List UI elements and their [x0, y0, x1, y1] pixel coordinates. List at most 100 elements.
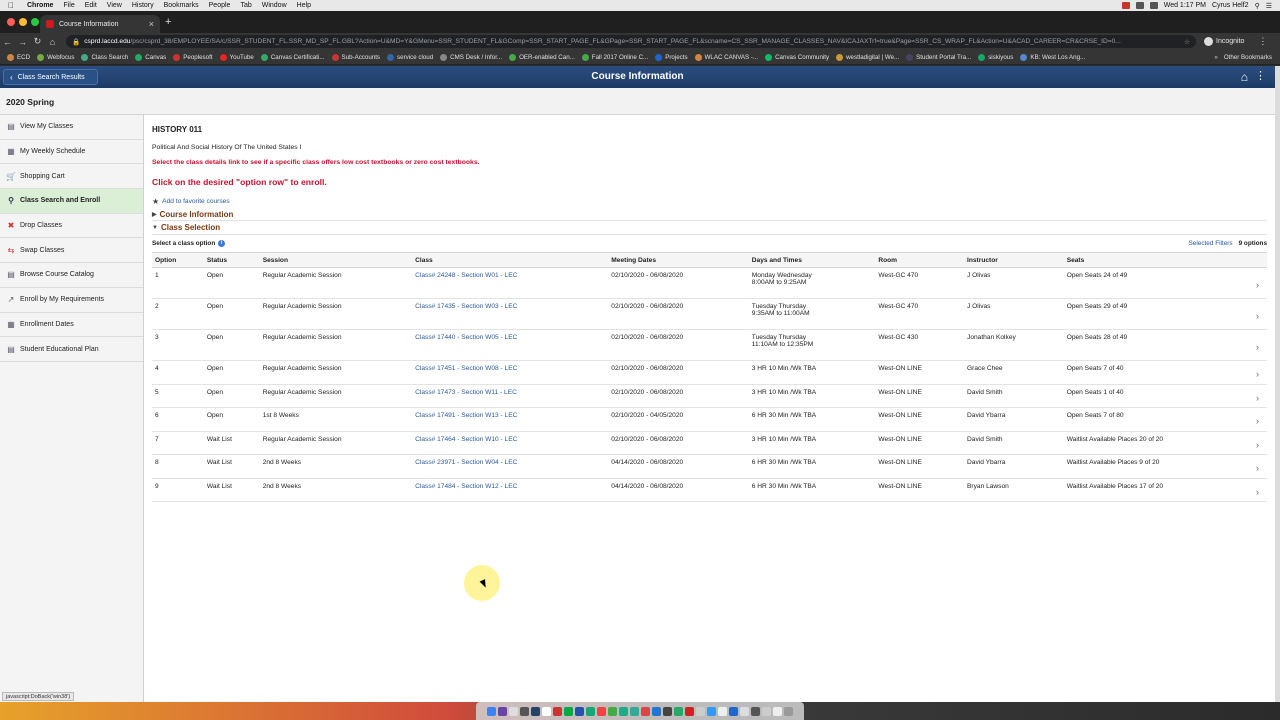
- menu-clock[interactable]: Wed 1:17 PM: [1164, 2, 1206, 9]
- chevron-right-icon[interactable]: ›: [1253, 407, 1267, 432]
- lock-icon[interactable]: 🔒: [72, 38, 80, 46]
- dock-app-icon[interactable]: [531, 706, 540, 716]
- bookmark-item[interactable]: Webfocus: [37, 53, 74, 61]
- class-details-link[interactable]: Class# 23971 - Section W04 - LEC: [412, 454, 609, 479]
- dock-app-icon[interactable]: [652, 706, 661, 716]
- bookmark-item[interactable]: service cloud: [387, 53, 433, 61]
- dock-app-icon[interactable]: [619, 706, 628, 716]
- dock-app-icon[interactable]: [674, 706, 683, 716]
- bookmark-item[interactable]: Sub-Accounts: [331, 53, 380, 61]
- bookmark-item[interactable]: KB: West Los Ang...: [1020, 53, 1085, 61]
- bookmark-item[interactable]: Student Portal Tra...: [906, 53, 971, 61]
- close-window-icon[interactable]: [7, 18, 15, 26]
- dock-app-icon[interactable]: [564, 706, 573, 716]
- dock-app-icon[interactable]: [630, 706, 639, 716]
- new-tab-icon[interactable]: +: [165, 16, 171, 28]
- dock-app-icon[interactable]: [520, 706, 529, 716]
- class-option-row[interactable]: 1 Open Regular Academic Session Class# 2424…: [152, 267, 1267, 299]
- sidebar-item-drop-classes[interactable]: ✖ Drop Classes: [0, 214, 143, 239]
- bookmark-item[interactable]: westladigital | We...: [836, 53, 899, 61]
- chevron-right-icon[interactable]: ›: [1253, 384, 1267, 408]
- dock-app-icon[interactable]: [608, 706, 617, 716]
- bookmark-item[interactable]: OER-enabled Can...: [509, 53, 575, 61]
- mac-menu-item[interactable]: View: [102, 2, 127, 9]
- url-bar[interactable]: 🔒 csprd.laccd.edu /psc/csprd_38/EMPLOYEE…: [66, 35, 1196, 48]
- maximize-window-icon[interactable]: [31, 18, 39, 26]
- bookmark-item[interactable]: CMS Desk / Infor...: [440, 53, 502, 61]
- more-actions-icon[interactable]: ⋮: [1255, 69, 1266, 82]
- info-icon[interactable]: i: [218, 240, 226, 247]
- add-to-favorites-link[interactable]: ★ Add to favorite courses: [152, 197, 230, 206]
- bookmark-item[interactable]: YouTube: [219, 53, 254, 61]
- bookmark-item[interactable]: Class Search: [81, 53, 128, 61]
- dock-app-icon[interactable]: [553, 706, 562, 716]
- class-details-link[interactable]: Class# 17491 - Section W13 - LEC: [412, 407, 609, 432]
- bookmark-item[interactable]: Canvas Certificati...: [260, 53, 325, 61]
- course-information-toggle[interactable]: ▶ Course Information: [152, 210, 233, 219]
- battery-icon[interactable]: [1149, 2, 1158, 9]
- sidebar-item-my-weekly-schedule[interactable]: ▦ My Weekly Schedule: [0, 140, 143, 165]
- chevron-right-icon[interactable]: ›: [1253, 478, 1267, 502]
- mac-menu-item[interactable]: Bookmarks: [159, 2, 204, 9]
- mac-menu-item[interactable]: People: [204, 2, 236, 9]
- bookmark-item[interactable]: Canvas Community: [765, 53, 829, 61]
- class-option-row[interactable]: 2 Open Regular Academic Session Class# 1743…: [152, 298, 1267, 330]
- mac-menu-item[interactable]: History: [127, 2, 159, 9]
- class-option-row[interactable]: 4 Open Regular Academic Session Class# 1745…: [152, 360, 1267, 385]
- minimize-window-icon[interactable]: [19, 18, 27, 26]
- dock-app-icon[interactable]: [762, 706, 771, 716]
- mac-menu-item[interactable]: Edit: [80, 2, 102, 9]
- close-tab-icon[interactable]: ×: [149, 19, 154, 29]
- sidebar-item-enroll-by-my-requirements[interactable]: ↗ Enroll by My Requirements: [0, 288, 143, 313]
- class-option-row[interactable]: 6 Open 1st 8 Weeks Class# 17491 - Section W…: [152, 407, 1267, 432]
- bookmark-item[interactable]: Projects: [655, 53, 688, 61]
- chevron-right-icon[interactable]: ›: [1253, 267, 1267, 299]
- recording-icon[interactable]: [1121, 2, 1130, 9]
- class-details-link[interactable]: Class# 17435 - Section W03 - LEC: [412, 298, 609, 330]
- wifi-icon[interactable]: [1135, 2, 1144, 9]
- dock-app-icon[interactable]: [784, 706, 793, 716]
- dock-app-icon[interactable]: [542, 706, 551, 716]
- browser-menu-icon[interactable]: ⋮: [1258, 36, 1267, 47]
- apple-icon[interactable]: : [0, 1, 22, 10]
- chevron-right-icon[interactable]: ›: [1253, 298, 1267, 330]
- class-option-row[interactable]: 5 Open Regular Academic Session Class# 1747…: [152, 384, 1267, 408]
- class-option-row[interactable]: 9 Wait List 2nd 8 Weeks Class# 17484 - Sect…: [152, 478, 1267, 502]
- dock-app-icon[interactable]: [685, 706, 694, 716]
- mac-menu-item[interactable]: Chrome: [22, 2, 58, 9]
- chevron-right-icon[interactable]: ›: [1253, 454, 1267, 479]
- sidebar-item-student-educational-plan[interactable]: ▤ Student Educational Plan: [0, 337, 143, 362]
- dock-app-icon[interactable]: [773, 706, 782, 716]
- sidebar-item-shopping-cart[interactable]: 🛒 Shopping Cart: [0, 164, 143, 190]
- bookmark-star-icon[interactable]: ☆: [1184, 38, 1190, 46]
- mac-menu-item[interactable]: Tab: [235, 2, 256, 9]
- sidebar-item-view-my-classes[interactable]: ▤ View My Classes: [0, 115, 143, 140]
- incognito-indicator[interactable]: Incognito: [1204, 37, 1244, 46]
- bookmark-item[interactable]: Peoplesoft: [173, 53, 213, 61]
- dock-app-icon[interactable]: [641, 706, 650, 716]
- dock-app-icon[interactable]: [586, 706, 595, 716]
- bookmark-item[interactable]: ECD: [7, 53, 30, 61]
- dock-app-icon[interactable]: [597, 706, 606, 716]
- menu-user[interactable]: Cyrus Helf2: [1212, 2, 1249, 9]
- bookmark-item[interactable]: siskiyous: [978, 53, 1013, 61]
- dock-app-icon[interactable]: [718, 706, 727, 716]
- class-search-results-back-button[interactable]: ‹ Class Search Results: [3, 69, 98, 85]
- dock-app-icon[interactable]: [487, 706, 496, 716]
- class-details-link[interactable]: Class# 17440 - Section W05 - LEC: [412, 329, 609, 361]
- dock-app-icon[interactable]: [729, 706, 738, 716]
- dock-app-icon[interactable]: [707, 706, 716, 716]
- browser-tab[interactable]: Course Information ×: [40, 15, 160, 33]
- class-details-link[interactable]: Class# 17464 - Section W10 - LEC: [412, 431, 609, 455]
- sidebar-item-browse-course-catalog[interactable]: ▤ Browse Course Catalog: [0, 263, 143, 288]
- class-details-link[interactable]: Class# 17473 - Section W11 - LEC: [412, 384, 609, 408]
- other-bookmarks[interactable]: » Other Bookmarks: [1214, 54, 1280, 61]
- bookmark-item[interactable]: Canvas: [135, 53, 166, 61]
- class-details-link[interactable]: Class# 17484 - Section W12 - LEC: [412, 478, 609, 502]
- dock-app-icon[interactable]: [740, 706, 749, 716]
- class-option-row[interactable]: 7 Wait List Regular Academic Session Class#…: [152, 431, 1267, 455]
- dock-app-icon[interactable]: [498, 706, 507, 716]
- control-center-icon[interactable]: ☰: [1266, 2, 1272, 10]
- mac-menu-item[interactable]: Help: [292, 2, 316, 9]
- class-details-link[interactable]: Class# 24248 - Section W01 - LEC: [412, 267, 609, 299]
